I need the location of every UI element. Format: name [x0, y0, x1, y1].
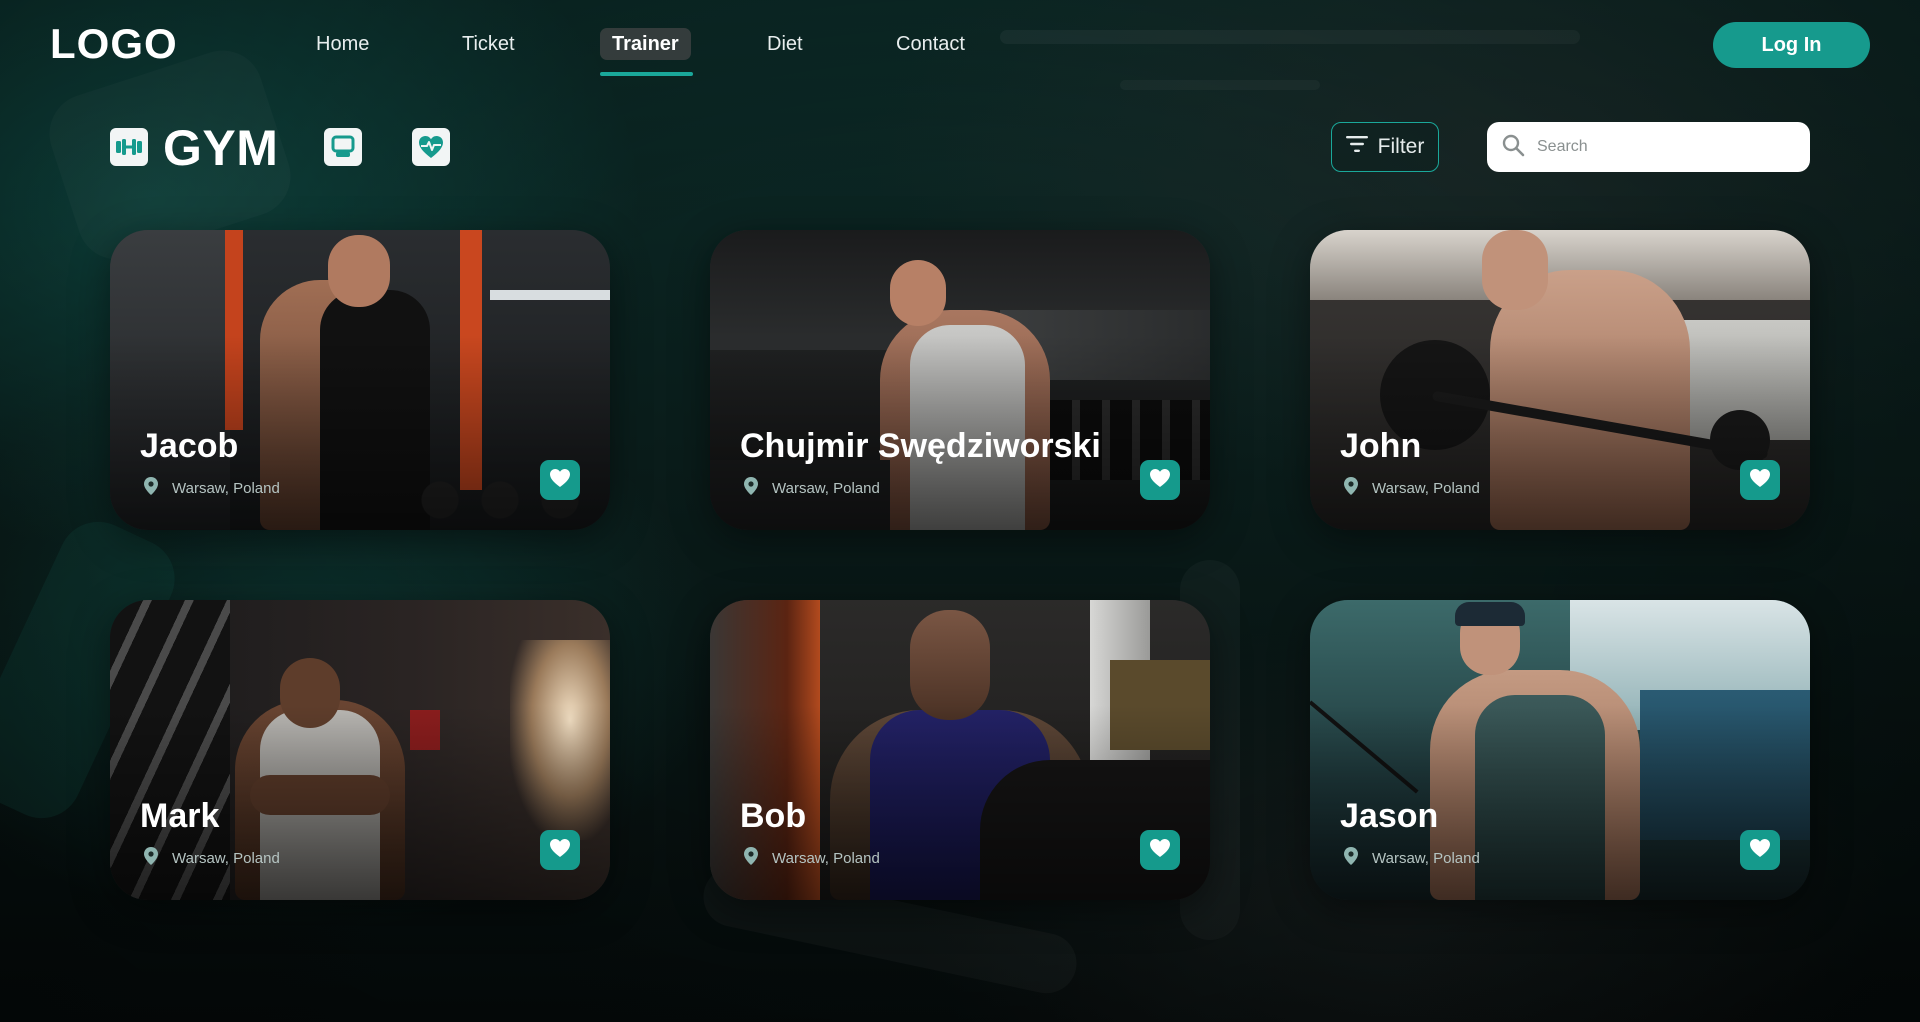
logo[interactable]: LOGO	[50, 20, 178, 68]
favorite-button[interactable]	[1140, 830, 1180, 870]
search-input[interactable]	[1537, 138, 1777, 156]
trainer-location: Warsaw, Poland	[1344, 847, 1480, 869]
heart-icon	[1149, 838, 1171, 863]
search-bar	[1487, 122, 1810, 172]
trainer-card[interactable]: Chujmir Swędziworski Warsaw, Poland	[710, 230, 1210, 530]
nav-trainer[interactable]: Trainer	[600, 28, 691, 60]
search-icon	[1501, 133, 1525, 162]
location-pin-icon	[744, 847, 758, 869]
trainer-name: Mark	[140, 797, 220, 835]
heart-pulse-icon[interactable]	[412, 128, 450, 166]
favorite-button[interactable]	[1140, 460, 1180, 500]
location-text: Warsaw, Poland	[772, 479, 880, 497]
login-button[interactable]: Log In	[1713, 22, 1870, 68]
trainer-name: Chujmir Swędziworski	[740, 427, 1101, 465]
trainer-card[interactable]: John Warsaw, Poland	[1310, 230, 1810, 530]
nav-contact[interactable]: Contact	[884, 28, 977, 60]
filter-icon	[1345, 135, 1368, 159]
heart-icon	[1749, 838, 1771, 863]
heart-icon	[1749, 468, 1771, 493]
location-text: Warsaw, Poland	[772, 849, 880, 867]
location-pin-icon	[1344, 847, 1358, 869]
favorite-button[interactable]	[1740, 830, 1780, 870]
trainer-name: Jacob	[140, 427, 239, 465]
trainer-card[interactable]: Bob Warsaw, Poland	[710, 600, 1210, 900]
favorite-button[interactable]	[540, 460, 580, 500]
favorite-button[interactable]	[540, 830, 580, 870]
heart-icon	[1149, 468, 1171, 493]
location-text: Warsaw, Poland	[1372, 479, 1480, 497]
trainer-card[interactable]: Mark Warsaw, Poland	[110, 600, 610, 900]
location-pin-icon	[144, 847, 158, 869]
filter-label: Filter	[1377, 135, 1425, 158]
monitor-icon[interactable]	[324, 128, 362, 166]
favorite-button[interactable]	[1740, 460, 1780, 500]
nav-ticket[interactable]: Ticket	[450, 28, 527, 60]
dumbbell-icon[interactable]	[110, 128, 148, 166]
top-navigation: LOGO Home Ticket Trainer Diet Contact Lo…	[0, 0, 1920, 90]
location-pin-icon	[744, 477, 758, 499]
trainer-location: Warsaw, Poland	[144, 847, 280, 869]
trainer-card[interactable]: Jacob Warsaw, Poland	[110, 230, 610, 530]
location-text: Warsaw, Poland	[1372, 849, 1480, 867]
nav-active-indicator	[600, 72, 693, 76]
trainer-location: Warsaw, Poland	[744, 477, 880, 499]
location-text: Warsaw, Poland	[172, 479, 280, 497]
trainer-location: Warsaw, Poland	[1344, 477, 1480, 499]
trainer-location: Warsaw, Poland	[144, 477, 280, 499]
nav-diet[interactable]: Diet	[755, 28, 815, 60]
heart-icon	[549, 468, 571, 493]
location-pin-icon	[144, 477, 158, 499]
trainer-name: John	[1340, 427, 1422, 465]
location-pin-icon	[1344, 477, 1358, 499]
trainer-name: Jason	[1340, 797, 1439, 835]
trainer-name: Bob	[740, 797, 807, 835]
trainer-card[interactable]: Jason Warsaw, Poland	[1310, 600, 1810, 900]
filter-button[interactable]: Filter	[1331, 122, 1439, 172]
nav-home[interactable]: Home	[304, 28, 381, 60]
trainer-location: Warsaw, Poland	[744, 847, 880, 869]
heart-icon	[549, 838, 571, 863]
location-text: Warsaw, Poland	[172, 849, 280, 867]
page-title: GYM	[163, 120, 279, 176]
